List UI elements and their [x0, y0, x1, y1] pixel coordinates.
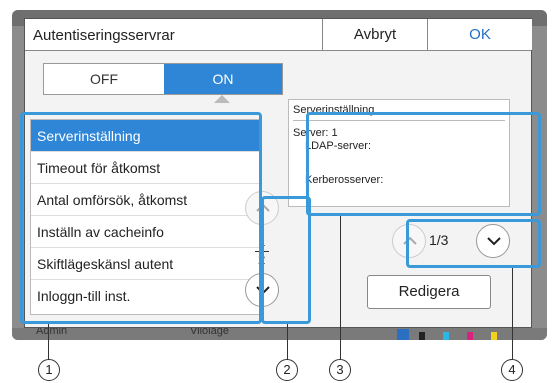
leader-line-1: [48, 324, 49, 362]
ink-indicator: [397, 328, 537, 340]
callout-frame-4: [406, 219, 541, 268]
on-off-toggle: OFF ON: [43, 63, 283, 95]
background-footer: Admin Viloläge: [12, 325, 547, 340]
dialog-title-bar: Autentiseringsservrar Avbryt OK: [25, 19, 532, 51]
leader-line-3: [340, 216, 341, 362]
toggle-pointer: [214, 95, 230, 103]
dialog-title: Autentiseringsservrar: [33, 27, 175, 44]
callout-frame-2: [261, 196, 311, 324]
ink-status-icon: [397, 329, 409, 340]
callout-marker-4: 4: [501, 359, 523, 381]
ink-y-bar: [491, 332, 497, 340]
ink-c-bar: [443, 332, 449, 340]
callout-marker-3: 3: [329, 359, 351, 381]
ink-m-bar: [467, 332, 473, 340]
callout-marker-2: 2: [276, 359, 298, 381]
callout-frame-3: [306, 112, 541, 216]
toggle-on-button[interactable]: ON: [164, 64, 282, 94]
cancel-button[interactable]: Avbryt: [322, 19, 427, 50]
toggle-off-button[interactable]: OFF: [44, 64, 164, 94]
leader-line-4: [512, 268, 513, 362]
ink-k-bar: [419, 332, 425, 340]
edit-button[interactable]: Redigera: [367, 275, 491, 309]
callout-marker-1: 1: [38, 359, 60, 381]
ok-button[interactable]: OK: [427, 19, 532, 50]
leader-line-2: [287, 324, 288, 362]
callout-frame-1: [20, 112, 262, 324]
